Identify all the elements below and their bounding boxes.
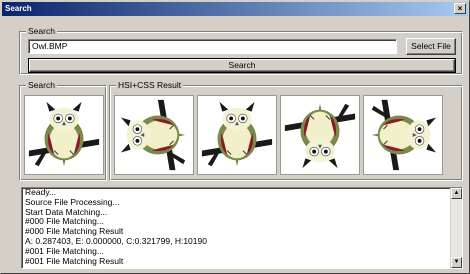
- select-file-button[interactable]: Select File: [406, 38, 456, 55]
- owl-icon: [284, 103, 356, 169]
- log-textarea[interactable]: Ready... Source File Processing... Start D…: [21, 187, 463, 269]
- owl-icon: [371, 99, 437, 171]
- query-group-label: Search: [26, 80, 57, 91]
- owl-icon: [120, 99, 186, 171]
- query-owl-image: [24, 95, 104, 175]
- log-lines: Ready... Source File Processing... Start D…: [22, 188, 462, 266]
- search-window: Search × Search Owl.BMP Select File Sear…: [0, 0, 470, 274]
- scroll-down-button[interactable]: ▼: [451, 257, 462, 268]
- window-title: Search: [5, 4, 32, 13]
- result-image-4[interactable]: [363, 95, 443, 175]
- search-group-label: Search: [26, 26, 57, 37]
- result-image-3[interactable]: [280, 95, 360, 175]
- log-scrollbar[interactable]: ▲ ▼: [450, 188, 462, 268]
- file-path-input[interactable]: Owl.BMP: [28, 39, 397, 54]
- result-image-2[interactable]: [197, 95, 277, 175]
- results-group-label: HSI+CSS Result: [116, 80, 184, 91]
- owl-icon: [201, 101, 273, 167]
- scroll-up-button[interactable]: ▲: [451, 188, 462, 199]
- result-image-1[interactable]: [114, 95, 194, 175]
- search-button[interactable]: Search: [29, 59, 455, 72]
- title-bar[interactable]: Search ×: [2, 2, 468, 16]
- owl-icon: [28, 101, 100, 167]
- log-line: #001 File Matching Result: [25, 255, 124, 266]
- close-button[interactable]: ×: [454, 3, 466, 14]
